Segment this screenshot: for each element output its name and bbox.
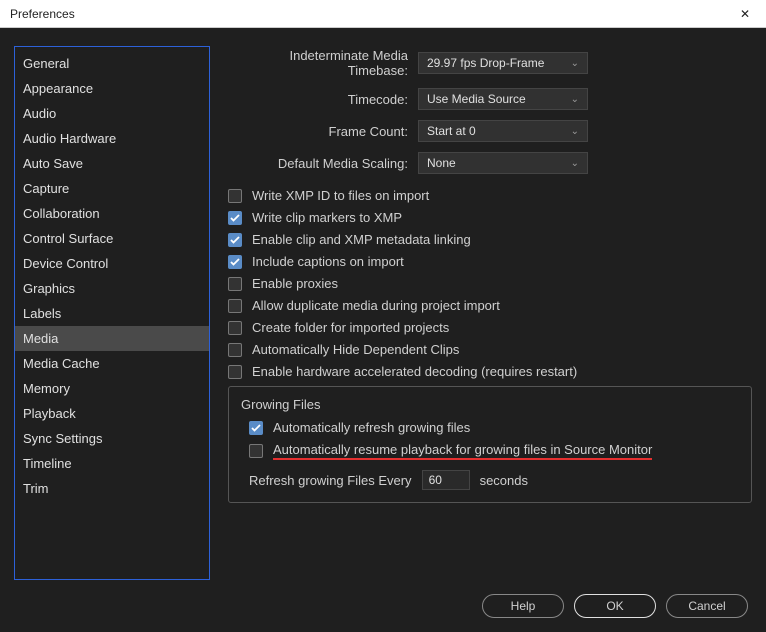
cancel-button[interactable]: Cancel — [666, 594, 748, 618]
scaling-label: Default Media Scaling: — [228, 156, 418, 171]
checkbox-create-folder[interactable] — [228, 321, 242, 335]
scaling-value: None — [427, 156, 456, 170]
checkbox-hw-decoding[interactable] — [228, 365, 242, 379]
sidebar-item-audio-hardware[interactable]: Audio Hardware — [15, 126, 209, 151]
sidebar-item-labels[interactable]: Labels — [15, 301, 209, 326]
chevron-down-icon: ⌄ — [571, 158, 579, 169]
window-title: Preferences — [10, 7, 75, 21]
sidebar-item-media-cache[interactable]: Media Cache — [15, 351, 209, 376]
sidebar-item-media[interactable]: Media — [15, 326, 209, 351]
sidebar: General Appearance Audio Audio Hardware … — [14, 46, 210, 580]
sidebar-item-appearance[interactable]: Appearance — [15, 76, 209, 101]
ok-button[interactable]: OK — [574, 594, 656, 618]
timecode-label: Timecode: — [228, 92, 418, 107]
close-icon[interactable]: ✕ — [734, 7, 756, 21]
framecount-label: Frame Count: — [228, 124, 418, 139]
main-panel: Indeterminate Media Timebase: 29.97 fps … — [228, 46, 752, 578]
checkbox-auto-refresh-growing[interactable] — [249, 421, 263, 435]
sidebar-item-sync-settings[interactable]: Sync Settings — [15, 426, 209, 451]
checkbox-write-xmp-id[interactable] — [228, 189, 242, 203]
framecount-dropdown[interactable]: Start at 0 ⌄ — [418, 120, 588, 142]
chevron-down-icon: ⌄ — [571, 58, 579, 69]
label-allow-duplicate-media: Allow duplicate media during project imp… — [252, 298, 500, 313]
chevron-down-icon: ⌄ — [571, 126, 579, 137]
label-include-captions: Include captions on import — [252, 254, 404, 269]
refresh-interval-unit: seconds — [480, 473, 528, 488]
refresh-interval-input[interactable] — [422, 470, 470, 490]
label-hw-decoding: Enable hardware accelerated decoding (re… — [252, 364, 577, 379]
checkbox-enable-metadata-linking[interactable] — [228, 233, 242, 247]
scaling-dropdown[interactable]: None ⌄ — [418, 152, 588, 174]
sidebar-item-graphics[interactable]: Graphics — [15, 276, 209, 301]
timecode-dropdown[interactable]: Use Media Source ⌄ — [418, 88, 588, 110]
sidebar-item-timeline[interactable]: Timeline — [15, 451, 209, 476]
sidebar-item-capture[interactable]: Capture — [15, 176, 209, 201]
label-hide-dependent-clips: Automatically Hide Dependent Clips — [252, 342, 459, 357]
label-auto-refresh-growing: Automatically refresh growing files — [273, 420, 470, 435]
timebase-value: 29.97 fps Drop-Frame — [427, 56, 544, 70]
label-enable-metadata-linking: Enable clip and XMP metadata linking — [252, 232, 471, 247]
timecode-value: Use Media Source — [427, 92, 526, 106]
help-button[interactable]: Help — [482, 594, 564, 618]
sidebar-item-memory[interactable]: Memory — [15, 376, 209, 401]
framecount-value: Start at 0 — [427, 124, 476, 138]
sidebar-item-general[interactable]: General — [15, 51, 209, 76]
growing-files-group: Growing Files Automatically refresh grow… — [228, 386, 752, 503]
checkbox-auto-resume-playback[interactable] — [249, 444, 263, 458]
sidebar-item-playback[interactable]: Playback — [15, 401, 209, 426]
checkbox-hide-dependent-clips[interactable] — [228, 343, 242, 357]
checkbox-include-captions[interactable] — [228, 255, 242, 269]
sidebar-item-trim[interactable]: Trim — [15, 476, 209, 501]
label-create-folder: Create folder for imported projects — [252, 320, 449, 335]
footer: Help OK Cancel — [0, 588, 766, 624]
label-enable-proxies: Enable proxies — [252, 276, 338, 291]
growing-files-title: Growing Files — [241, 397, 739, 412]
sidebar-item-auto-save[interactable]: Auto Save — [15, 151, 209, 176]
label-auto-resume-playback: Automatically resume playback for growin… — [273, 442, 652, 460]
sidebar-item-collaboration[interactable]: Collaboration — [15, 201, 209, 226]
titlebar: Preferences ✕ — [0, 0, 766, 28]
sidebar-item-control-surface[interactable]: Control Surface — [15, 226, 209, 251]
chevron-down-icon: ⌄ — [571, 94, 579, 105]
label-write-clip-markers: Write clip markers to XMP — [252, 210, 402, 225]
content-area: General Appearance Audio Audio Hardware … — [0, 28, 766, 588]
checkbox-allow-duplicate-media[interactable] — [228, 299, 242, 313]
checkbox-enable-proxies[interactable] — [228, 277, 242, 291]
timebase-label: Indeterminate Media Timebase: — [228, 48, 418, 78]
checkbox-write-clip-markers[interactable] — [228, 211, 242, 225]
label-write-xmp-id: Write XMP ID to files on import — [252, 188, 429, 203]
sidebar-item-audio[interactable]: Audio — [15, 101, 209, 126]
sidebar-item-device-control[interactable]: Device Control — [15, 251, 209, 276]
timebase-dropdown[interactable]: 29.97 fps Drop-Frame ⌄ — [418, 52, 588, 74]
refresh-interval-label: Refresh growing Files Every — [249, 473, 412, 488]
